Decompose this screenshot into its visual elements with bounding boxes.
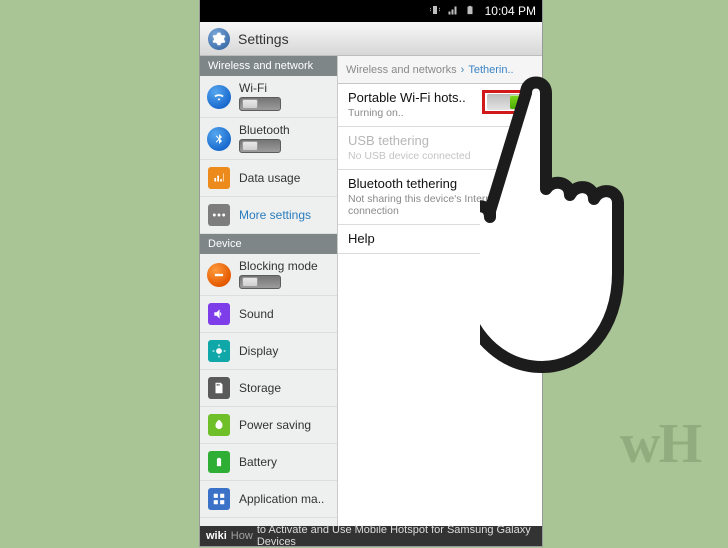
bluetooth-toggle[interactable] xyxy=(239,139,281,153)
storage-icon xyxy=(208,377,230,399)
blocking-toggle[interactable] xyxy=(239,275,281,289)
device-frame: 10:04 PM Settings Wireless and network W… xyxy=(200,0,542,546)
signal-icon xyxy=(447,4,459,19)
sidebar-item-storage[interactable]: Storage xyxy=(200,370,337,407)
item-title: Help xyxy=(348,231,532,246)
bluetooth-icon xyxy=(207,127,231,151)
sidebar-item-label: Display xyxy=(239,345,278,357)
sidebar-item-sound[interactable]: Sound xyxy=(200,296,337,333)
item-help[interactable]: Help xyxy=(338,225,542,254)
caption-brand-b: How xyxy=(231,530,253,542)
wifi-icon xyxy=(207,85,231,109)
sidebar-item-label: More settings xyxy=(239,209,311,221)
item-usb-tethering: USB tethering No USB device connected xyxy=(338,127,542,170)
sidebar-item-display[interactable]: Display xyxy=(200,333,337,370)
sidebar-item-label: Bluetooth xyxy=(239,124,290,136)
data-usage-icon xyxy=(208,167,230,189)
sidebar-item-label: Sound xyxy=(239,308,274,320)
sidebar-item-label: Power saving xyxy=(239,419,311,431)
caption-brand-a: wiki xyxy=(206,530,227,542)
sidebar-item-label: Application ma.. xyxy=(239,493,324,505)
status-bar: 10:04 PM xyxy=(200,0,542,22)
section-header-wireless: Wireless and network xyxy=(200,56,337,76)
battery-icon xyxy=(465,4,475,19)
usb-tethering-checkbox xyxy=(514,137,530,153)
settings-sidebar[interactable]: Wireless and network Wi-Fi Bluetooth xyxy=(200,56,338,546)
wifi-toggle[interactable] xyxy=(239,97,281,111)
vibrate-icon xyxy=(429,4,441,19)
clock: 10:04 PM xyxy=(485,4,536,18)
item-title: Bluetooth tethering xyxy=(348,176,532,191)
item-bluetooth-tethering[interactable]: Bluetooth tethering Not sharing this dev… xyxy=(338,170,542,225)
sidebar-item-blocking-mode[interactable]: Blocking mode xyxy=(200,254,337,296)
breadcrumb-current: Tetherin.. xyxy=(468,64,513,76)
sidebar-item-label: Wi-Fi xyxy=(239,82,281,94)
caption-bar: wiki How to Activate and Use Mobile Hotsp… xyxy=(200,526,542,546)
item-subtitle: No USB device connected xyxy=(348,150,532,162)
sidebar-item-more-settings[interactable]: More settings xyxy=(200,197,337,234)
sidebar-item-label: Data usage xyxy=(239,172,300,184)
sidebar-item-label: Storage xyxy=(239,382,281,394)
sound-icon xyxy=(208,303,230,325)
display-icon xyxy=(208,340,230,362)
chevron-right-icon: › xyxy=(461,64,465,76)
detail-pane: Wireless and networks › Tetherin.. Porta… xyxy=(338,56,542,546)
blocking-mode-icon xyxy=(207,263,231,287)
breadcrumb-root[interactable]: Wireless and networks xyxy=(346,64,457,76)
power-saving-icon xyxy=(208,414,230,436)
item-title: USB tethering xyxy=(348,133,532,148)
item-portable-wifi-hotspot[interactable]: Portable Wi-Fi hots.. Turning on.. xyxy=(338,84,542,127)
caption-text: to Activate and Use Mobile Hotspot for S… xyxy=(257,524,536,548)
sidebar-item-battery[interactable]: Battery xyxy=(200,444,337,481)
hotspot-toggle[interactable] xyxy=(482,90,536,114)
section-header-device: Device xyxy=(200,234,337,254)
app-header: Settings xyxy=(200,22,542,56)
sidebar-item-power-saving[interactable]: Power saving xyxy=(200,407,337,444)
wikihow-watermark: wH xyxy=(620,412,700,476)
settings-app-icon xyxy=(208,28,230,50)
sidebar-item-application-manager[interactable]: Application ma.. xyxy=(200,481,337,518)
battery-item-icon xyxy=(208,451,230,473)
app-title: Settings xyxy=(238,31,289,47)
item-subtitle: Not sharing this device's Internet conne… xyxy=(348,193,532,217)
apps-icon xyxy=(208,488,230,510)
sidebar-item-label: Battery xyxy=(239,456,277,468)
sidebar-item-data-usage[interactable]: Data usage xyxy=(200,160,337,197)
breadcrumb[interactable]: Wireless and networks › Tetherin.. xyxy=(338,56,542,84)
more-icon xyxy=(208,204,230,226)
sidebar-item-wifi[interactable]: Wi-Fi xyxy=(200,76,337,118)
sidebar-item-bluetooth[interactable]: Bluetooth xyxy=(200,118,337,160)
sidebar-item-label: Blocking mode xyxy=(239,260,318,272)
